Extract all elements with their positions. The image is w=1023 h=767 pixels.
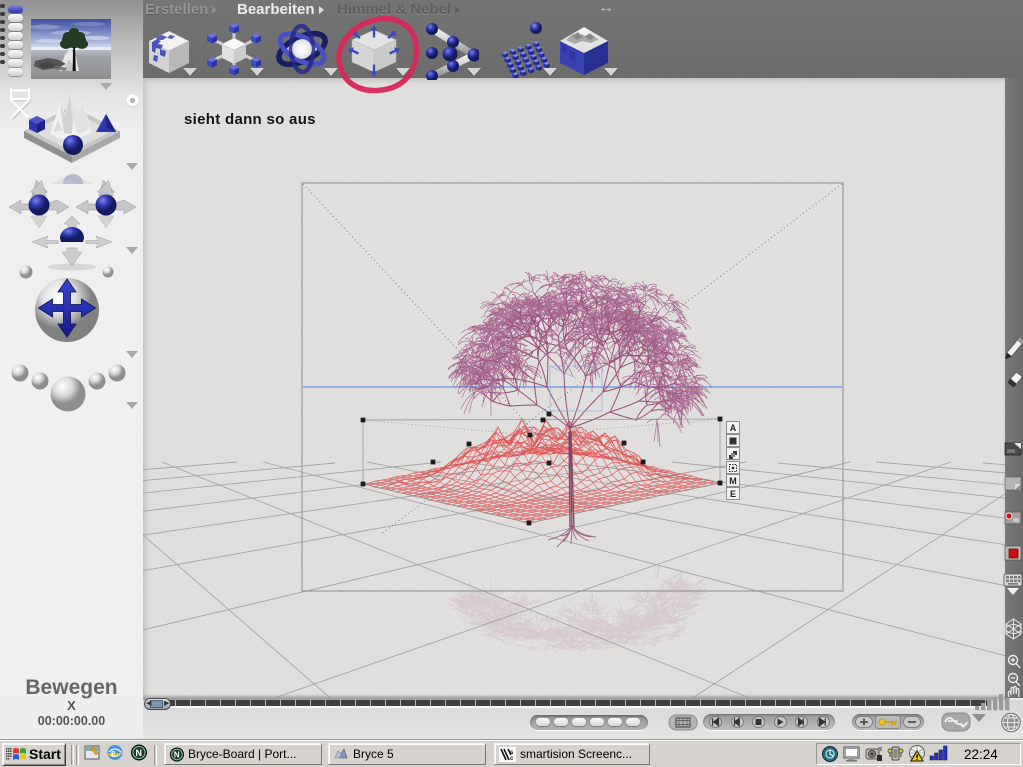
svg-text:A: A: [730, 423, 737, 433]
svg-text:E: E: [730, 489, 736, 499]
svg-text:M: M: [729, 476, 737, 486]
svg-text:N: N: [136, 748, 143, 758]
svg-text:e: e: [111, 748, 116, 759]
svg-text:N: N: [174, 750, 180, 759]
